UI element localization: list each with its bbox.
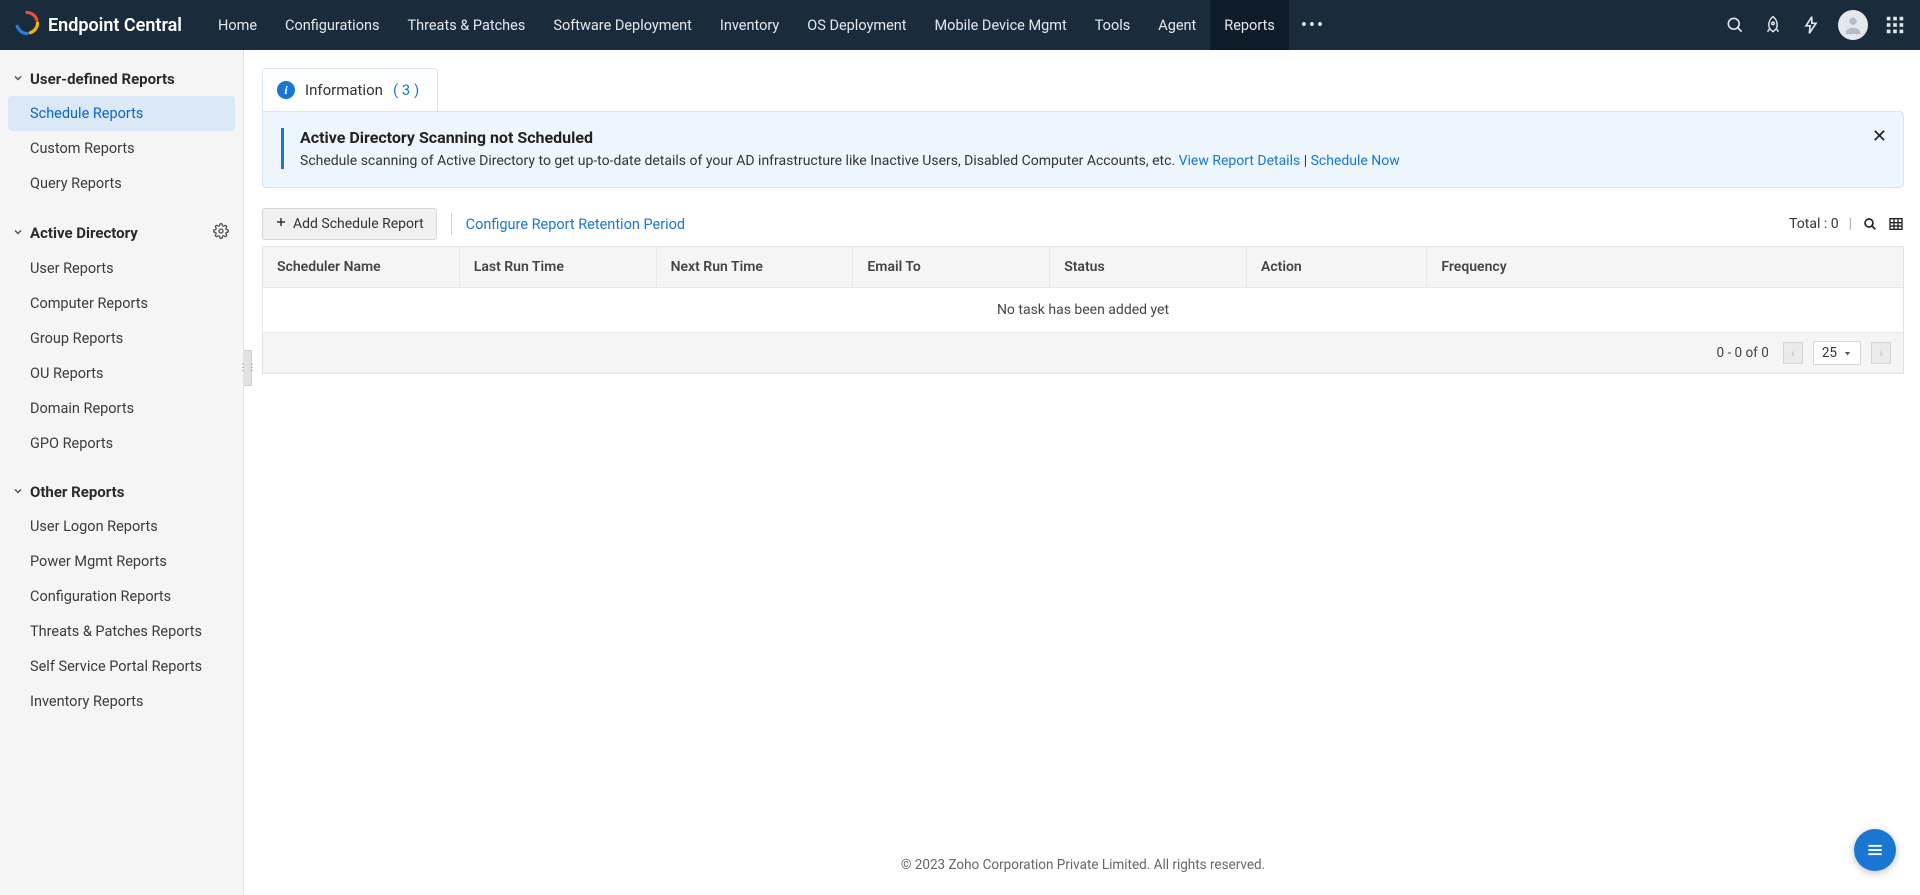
nav-item-threats-patches[interactable]: Threats & Patches [393,0,539,50]
sidebar-item-user-logon[interactable]: User Logon Reports [0,509,243,544]
information-tab-label: Information [305,81,383,99]
pager-range: 0 - 0 of 0 [1717,345,1769,361]
alert-description: Schedule scanning of Active Directory to… [300,153,1885,169]
alert-desc-text: Schedule scanning of Active Directory to… [300,153,1179,169]
plus-icon [275,216,287,232]
information-tab[interactable]: i Information ( 3 ) [262,68,438,111]
configure-retention-link[interactable]: Configure Report Retention Period [466,216,685,233]
sidebar-item-inventory-reports[interactable]: Inventory Reports [0,684,243,719]
alert-sep: | [1300,153,1310,169]
rocket-icon[interactable] [1762,14,1784,36]
th-status[interactable]: Status [1050,247,1247,287]
sidebar-item-query-reports[interactable]: Query Reports [0,166,243,201]
nav-more-button[interactable]: ••• [1289,0,1337,50]
nav-item-reports[interactable]: Reports [1210,0,1289,50]
th-scheduler-name[interactable]: Scheduler Name [263,247,460,287]
sidebar-header-label: Active Directory [30,224,138,242]
app-name: Endpoint Central [48,15,182,36]
sidebar-header-other-reports[interactable]: Other Reports [0,473,243,509]
alert-link-view-details[interactable]: View Report Details [1179,153,1301,169]
chevron-down-icon [12,483,24,501]
sidebar-header-label: User-defined Reports [30,70,175,88]
sidebar-item-configuration-reports[interactable]: Configuration Reports [0,579,243,614]
nav-items: Home Configurations Threats & Patches So… [204,0,1724,50]
alert-link-schedule-now[interactable]: Schedule Now [1311,153,1400,169]
sidebar-item-schedule-reports[interactable]: Schedule Reports [8,96,235,131]
lightning-icon[interactable] [1800,14,1822,36]
search-icon[interactable] [1724,14,1746,36]
main-content: i Information ( 3 ) Active Directory Sca… [244,50,1920,895]
columns-icon[interactable] [1888,216,1904,232]
table-footer: 0 - 0 of 0 ‹ 25 › [263,332,1903,373]
sidebar-collapse-handle[interactable]: ⋮⋮ [244,350,252,386]
info-icon: i [277,81,295,99]
chevron-down-icon [12,224,24,242]
th-email-to[interactable]: Email To [853,247,1050,287]
alert-box: Active Directory Scanning not Scheduled … [262,111,1904,188]
alert-title: Active Directory Scanning not Scheduled [300,128,1885,147]
chevron-down-icon [12,70,24,88]
app-logo-icon [14,10,40,41]
sidebar-item-threats-patches-reports[interactable]: Threats & Patches Reports [0,614,243,649]
table-header: Scheduler Name Last Run Time Next Run Ti… [263,247,1903,287]
nav-item-configurations[interactable]: Configurations [271,0,393,50]
nav-item-software-deployment[interactable]: Software Deployment [539,0,706,50]
table-empty-message: No task has been added yet [263,287,1903,332]
nav-item-os-deployment[interactable]: OS Deployment [793,0,920,50]
nav-item-home[interactable]: Home [204,0,271,50]
toolbar: Add Schedule Report Configure Report Ret… [262,208,1904,240]
sidebar: User-defined Reports Schedule Reports Cu… [0,50,244,895]
th-next-run[interactable]: Next Run Time [657,247,854,287]
gear-icon[interactable] [213,223,229,243]
sidebar-item-power-mgmt[interactable]: Power Mgmt Reports [0,544,243,579]
schedule-reports-table: Scheduler Name Last Run Time Next Run Ti… [262,246,1904,374]
separator [451,213,452,235]
apps-grid-icon[interactable] [1884,14,1906,36]
sidebar-section-other-reports: Other Reports User Logon Reports Power M… [0,473,243,719]
nav-right [1724,10,1906,40]
sidebar-item-group-reports[interactable]: Group Reports [0,321,243,356]
sidebar-item-gpo-reports[interactable]: GPO Reports [0,426,243,461]
avatar[interactable] [1838,10,1868,40]
sidebar-header-active-directory[interactable]: Active Directory [0,213,243,251]
pager-next-button[interactable]: › [1871,342,1891,364]
sidebar-item-domain-reports[interactable]: Domain Reports [0,391,243,426]
sidebar-section-active-directory: Active Directory User Reports Computer R… [0,213,243,461]
sidebar-item-computer-reports[interactable]: Computer Reports [0,286,243,321]
top-nav: Endpoint Central Home Configurations Thr… [0,0,1920,50]
sidebar-section-user-defined: User-defined Reports Schedule Reports Cu… [0,60,243,201]
page-size-select[interactable]: 25 [1813,341,1861,365]
sidebar-item-custom-reports[interactable]: Custom Reports [0,131,243,166]
nav-item-agent[interactable]: Agent [1144,0,1210,50]
sidebar-header-user-defined[interactable]: User-defined Reports [0,60,243,96]
page-size-value: 25 [1822,345,1837,361]
th-last-run[interactable]: Last Run Time [460,247,657,287]
nav-item-mobile-device-mgmt[interactable]: Mobile Device Mgmt [921,0,1081,50]
close-icon[interactable]: ✕ [1872,126,1887,147]
th-action[interactable]: Action [1247,247,1427,287]
help-fab-button[interactable] [1854,829,1896,871]
nav-item-tools[interactable]: Tools [1081,0,1145,50]
page-footer: © 2023 Zoho Corporation Private Limited.… [262,839,1904,895]
sidebar-item-user-reports[interactable]: User Reports [0,251,243,286]
separator: | [1849,216,1852,232]
search-icon[interactable] [1862,216,1878,232]
information-tab-count: ( 3 ) [393,81,419,99]
th-frequency[interactable]: Frequency [1427,247,1903,287]
sidebar-item-self-service-portal[interactable]: Self Service Portal Reports [0,649,243,684]
total-count-label: Total : 0 [1789,216,1838,232]
sidebar-item-ou-reports[interactable]: OU Reports [0,356,243,391]
add-schedule-report-button[interactable]: Add Schedule Report [262,208,437,240]
sidebar-header-label: Other Reports [30,483,124,501]
nav-item-inventory[interactable]: Inventory [706,0,793,50]
pager-prev-button[interactable]: ‹ [1783,342,1803,364]
add-schedule-report-label: Add Schedule Report [293,216,424,232]
app-logo[interactable]: Endpoint Central [14,10,182,41]
